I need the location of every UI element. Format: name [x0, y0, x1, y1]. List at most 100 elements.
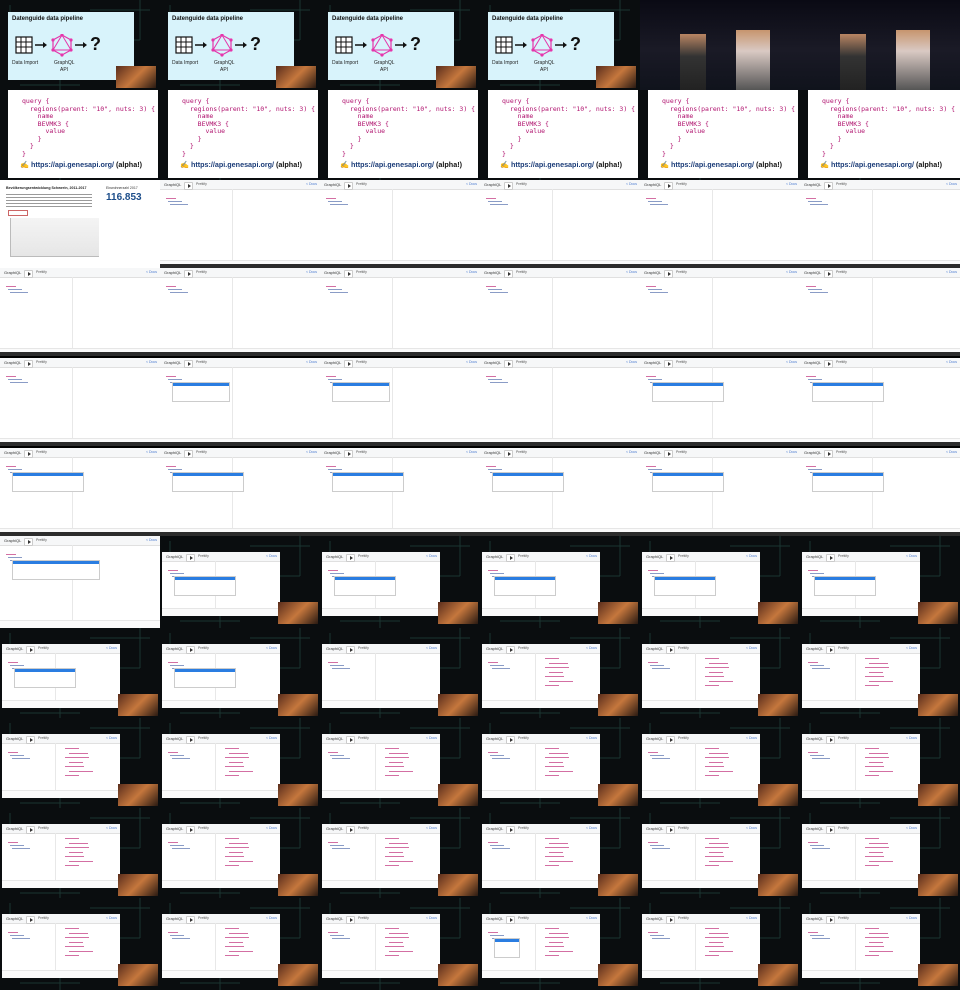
autocomplete-selected-item[interactable]	[13, 561, 99, 564]
docs-button[interactable]: < Docs	[466, 360, 477, 364]
autocomplete-dropdown[interactable]	[494, 938, 520, 958]
docs-button[interactable]: < Docs	[746, 826, 757, 830]
query-editor-line[interactable]	[650, 845, 664, 846]
autocomplete-selected-item[interactable]	[813, 383, 883, 386]
prettify-button[interactable]: Prettify	[678, 646, 689, 650]
query-editor-line[interactable]	[650, 935, 664, 936]
run-query-button[interactable]	[344, 449, 353, 458]
prettify-button[interactable]: Prettify	[356, 270, 367, 274]
query-editor-line[interactable]	[812, 758, 830, 759]
query-variables-bar[interactable]	[802, 880, 920, 888]
query-editor-line[interactable]	[492, 848, 510, 849]
query-editor-line[interactable]	[328, 201, 342, 202]
api-link[interactable]: ✍ https://api.genesapi.org/ (alpha!)	[500, 160, 622, 169]
query-editor-line[interactable]	[170, 935, 184, 936]
query-editor-line[interactable]	[326, 466, 336, 467]
query-editor-line[interactable]	[646, 466, 656, 467]
run-query-button[interactable]	[344, 269, 353, 278]
query-editor-line[interactable]	[810, 845, 824, 846]
autocomplete-selected-item[interactable]	[13, 473, 83, 476]
run-query-button[interactable]	[26, 645, 35, 654]
autocomplete-dropdown[interactable]	[652, 472, 724, 492]
run-query-button[interactable]	[826, 915, 835, 924]
prettify-button[interactable]: Prettify	[678, 826, 689, 830]
query-editor-line[interactable]	[168, 932, 178, 933]
query-editor-line[interactable]	[808, 842, 818, 843]
run-query-button[interactable]	[346, 735, 355, 744]
docs-button[interactable]: < Docs	[586, 646, 597, 650]
run-query-button[interactable]	[504, 269, 513, 278]
prettify-button[interactable]: Prettify	[358, 916, 369, 920]
run-query-button[interactable]	[504, 181, 513, 190]
run-query-button[interactable]	[506, 915, 515, 924]
query-editor-line[interactable]	[646, 198, 656, 199]
docs-button[interactable]: < Docs	[906, 916, 917, 920]
docs-button[interactable]: < Docs	[626, 450, 637, 454]
query-editor-line[interactable]	[10, 755, 24, 756]
query-variables-bar[interactable]	[482, 880, 600, 888]
query-editor-line[interactable]	[652, 848, 670, 849]
api-link[interactable]: ✍ https://api.genesapi.org/ (alpha!)	[180, 160, 302, 169]
query-editor-line[interactable]	[646, 286, 656, 287]
prettify-button[interactable]: Prettify	[838, 646, 849, 650]
autocomplete-dropdown[interactable]	[492, 472, 564, 492]
query-editor-line[interactable]	[490, 755, 504, 756]
prettify-button[interactable]: Prettify	[516, 450, 527, 454]
autocomplete-dropdown[interactable]	[652, 382, 724, 402]
run-query-button[interactable]	[826, 735, 835, 744]
query-editor-line[interactable]	[650, 665, 664, 666]
query-editor-line[interactable]	[10, 845, 24, 846]
prettify-button[interactable]: Prettify	[518, 554, 529, 558]
prettify-button[interactable]: Prettify	[836, 270, 847, 274]
query-editor-line[interactable]	[490, 935, 504, 936]
query-editor-line[interactable]	[8, 662, 18, 663]
autocomplete-selected-item[interactable]	[333, 473, 403, 476]
query-editor-line[interactable]	[808, 469, 822, 470]
autocomplete-dropdown[interactable]	[812, 472, 884, 492]
autocomplete-dropdown[interactable]	[12, 472, 84, 492]
query-editor-line[interactable]	[12, 758, 30, 759]
query-editor-line[interactable]	[172, 938, 190, 939]
query-editor-line[interactable]	[652, 758, 670, 759]
query-editor-line[interactable]	[488, 201, 502, 202]
docs-button[interactable]: < Docs	[426, 826, 437, 830]
query-editor-line[interactable]	[166, 376, 176, 377]
query-editor-line[interactable]	[6, 376, 16, 377]
run-query-button[interactable]	[184, 359, 193, 368]
prettify-button[interactable]: Prettify	[516, 360, 527, 364]
query-editor-line[interactable]	[488, 379, 502, 380]
prettify-button[interactable]: Prettify	[356, 450, 367, 454]
query-editor-line[interactable]	[170, 292, 188, 293]
run-query-button[interactable]	[344, 359, 353, 368]
docs-button[interactable]: < Docs	[266, 736, 277, 740]
docs-button[interactable]: < Docs	[626, 182, 637, 186]
query-editor-line[interactable]	[328, 842, 338, 843]
query-editor-line[interactable]	[168, 289, 182, 290]
query-editor-line[interactable]	[328, 932, 338, 933]
query-editor-line[interactable]	[808, 289, 822, 290]
docs-button[interactable]: < Docs	[906, 826, 917, 830]
prettify-button[interactable]: Prettify	[838, 554, 849, 558]
autocomplete-selected-item[interactable]	[493, 473, 563, 476]
prettify-button[interactable]: Prettify	[36, 450, 47, 454]
docs-button[interactable]: < Docs	[426, 736, 437, 740]
query-variables-bar[interactable]	[162, 700, 280, 708]
autocomplete-dropdown[interactable]	[174, 668, 236, 688]
query-editor-line[interactable]	[650, 204, 668, 205]
query-editor-line[interactable]	[168, 469, 182, 470]
run-query-button[interactable]	[664, 269, 673, 278]
query-editor-line[interactable]	[486, 198, 496, 199]
docs-button[interactable]: < Docs	[466, 182, 477, 186]
docs-button[interactable]: < Docs	[746, 646, 757, 650]
autocomplete-dropdown[interactable]	[334, 576, 396, 596]
docs-button[interactable]: < Docs	[586, 736, 597, 740]
query-variables-bar[interactable]	[162, 880, 280, 888]
query-variables-bar[interactable]	[482, 700, 600, 708]
prettify-button[interactable]: Prettify	[198, 826, 209, 830]
query-editor-line[interactable]	[332, 668, 350, 669]
run-query-button[interactable]	[504, 449, 513, 458]
docs-button[interactable]: < Docs	[746, 554, 757, 558]
query-editor-line[interactable]	[166, 466, 176, 467]
api-link[interactable]: ✍ https://api.genesapi.org/ (alpha!)	[340, 160, 462, 169]
query-editor-line[interactable]	[648, 752, 658, 753]
